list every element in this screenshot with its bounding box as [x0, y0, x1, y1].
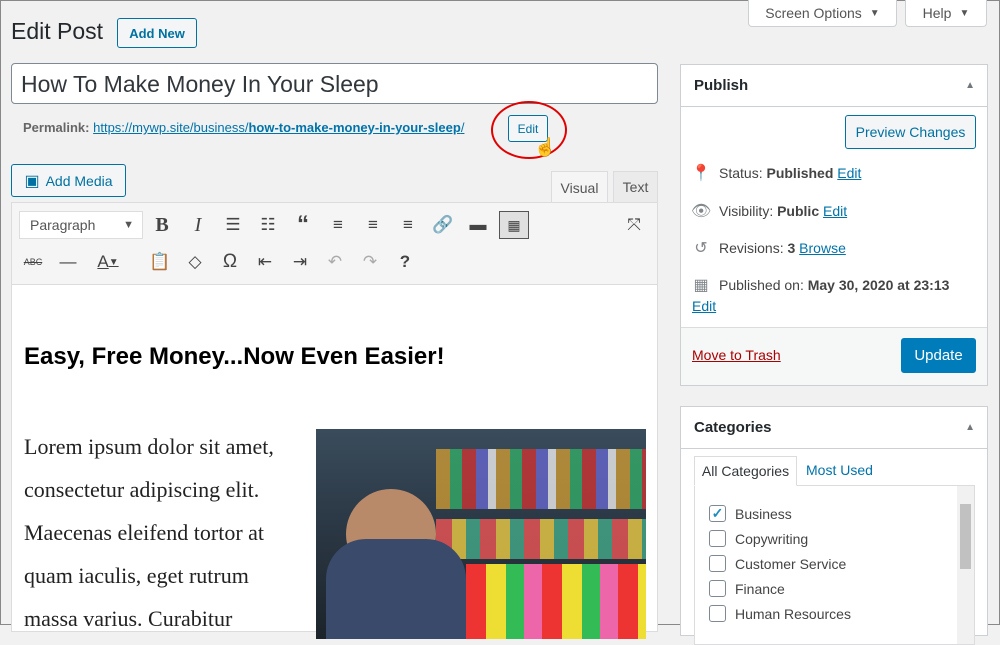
outdent-icon[interactable]: ⇤	[252, 249, 278, 275]
browse-revisions-link[interactable]: Browse	[799, 240, 846, 256]
bulleted-list-icon[interactable]: ☰	[220, 212, 246, 238]
publish-header[interactable]: Publish ▲	[681, 65, 987, 107]
toolbar-toggle-icon[interactable]: ▦	[499, 211, 529, 239]
permalink-label: Permalink:	[23, 120, 90, 135]
publish-box: Publish ▲ Preview Changes 📍 Status: Publis…	[680, 64, 988, 386]
help-label: Help	[922, 5, 952, 21]
format-select-value: Paragraph	[30, 217, 96, 233]
categories-box: Categories ▲ All Categories Most Used ✓ Bu…	[680, 406, 988, 645]
screen-options-button[interactable]: Screen Options ▼	[748, 0, 897, 27]
eye-icon: 👁	[691, 203, 712, 220]
format-select[interactable]: Paragraph ▼	[19, 211, 143, 239]
screen-options-label: Screen Options	[765, 5, 862, 21]
visibility-edit-link[interactable]: Edit	[823, 203, 847, 219]
permalink: Permalink: https://mywp.site/business/ho…	[23, 120, 464, 135]
categories-header[interactable]: Categories ▲	[681, 407, 987, 449]
post-image[interactable]	[316, 429, 646, 639]
help-icon[interactable]: ?	[392, 249, 418, 275]
editor: Paragraph ▼ B I ☰ ☷ “ ≡ ≡ ≡ 🔗 ▬ ▦ ⤧ ABC —…	[11, 202, 658, 639]
tab-most-used[interactable]: Most Used	[806, 462, 873, 478]
align-right-icon[interactable]: ≡	[395, 212, 421, 238]
pin-icon: 📍	[691, 165, 711, 182]
checkbox[interactable]	[709, 555, 726, 572]
move-to-trash-link[interactable]: Move to Trash	[692, 347, 781, 363]
update-button[interactable]: Update	[901, 338, 976, 373]
caret-down-icon: ▼	[959, 7, 970, 19]
add-media-label: Add Media	[45, 172, 113, 189]
permalink-link[interactable]: https://mywp.site/business/how-to-make-m…	[93, 120, 464, 135]
italic-icon[interactable]: I	[185, 212, 211, 238]
category-item[interactable]: Customer Service	[709, 551, 974, 576]
checkbox[interactable]	[709, 530, 726, 547]
publish-title: Publish	[694, 77, 749, 94]
add-new-button[interactable]: Add New	[117, 18, 197, 48]
publish-actions: Move to Trash Update	[681, 327, 987, 385]
tab-text[interactable]: Text	[613, 171, 658, 202]
caret-down-icon: ▼	[123, 219, 134, 231]
history-icon: ↺	[694, 240, 708, 257]
caret-down-icon: ▼	[869, 7, 880, 19]
paste-text-icon[interactable]: 📋	[147, 249, 173, 275]
indent-icon[interactable]: ⇥	[287, 249, 313, 275]
clear-formatting-icon[interactable]: ◇	[182, 249, 208, 275]
categories-title: Categories	[694, 419, 772, 436]
fullscreen-icon[interactable]: ⤧	[621, 212, 647, 238]
checkbox[interactable]	[709, 580, 726, 597]
text-color-icon[interactable]: A ▼	[90, 249, 126, 275]
scrollbar[interactable]	[957, 486, 974, 644]
hand-cursor-icon: ☝	[534, 137, 557, 157]
strikethrough-icon[interactable]: ABC	[20, 249, 46, 275]
post-title-input[interactable]: How To Make Money In Your Sleep	[11, 63, 658, 104]
align-left-icon[interactable]: ≡	[325, 212, 351, 238]
content-paragraph[interactable]: Lorem ipsum dolor sit amet, consectetur a…	[24, 425, 274, 640]
editor-toolbar: Paragraph ▼ B I ☰ ☷ “ ≡ ≡ ≡ 🔗 ▬ ▦ ⤧ ABC —…	[12, 203, 657, 285]
collapse-icon[interactable]: ▲	[965, 422, 975, 433]
category-item[interactable]: Copywriting	[709, 526, 974, 551]
link-icon[interactable]: 🔗	[430, 212, 456, 238]
published-on-row: ▦ Published on: May 30, 2020 at 23:13	[691, 275, 949, 295]
revisions-row: ↺ Revisions: 3 Browse	[691, 238, 846, 258]
help-button[interactable]: Help ▼	[905, 0, 987, 27]
status-row: 📍 Status: Published Edit	[691, 165, 862, 182]
preview-changes-button[interactable]: Preview Changes	[845, 115, 976, 149]
bold-icon[interactable]: B	[149, 212, 175, 238]
category-item[interactable]: ✓ Business	[709, 501, 974, 526]
visibility-row: 👁 Visibility: Public Edit	[691, 203, 848, 220]
page-title: Edit Post	[11, 18, 104, 44]
published-date-edit-link[interactable]: Edit	[692, 298, 716, 314]
category-item[interactable]: Human Resources	[709, 601, 974, 626]
status-edit-link[interactable]: Edit	[837, 165, 861, 181]
blockquote-icon[interactable]: “	[290, 211, 316, 238]
align-center-icon[interactable]: ≡	[360, 212, 386, 238]
media-icon: ▣	[24, 172, 40, 190]
special-character-icon[interactable]: Ω	[217, 249, 243, 275]
calendar-icon: ▦	[693, 277, 709, 294]
checkbox-checked[interactable]: ✓	[709, 505, 726, 522]
read-more-icon[interactable]: ▬	[465, 212, 491, 238]
category-list: ✓ Business Copywriting Customer Service F…	[694, 485, 975, 645]
collapse-icon[interactable]: ▲	[965, 80, 975, 91]
add-media-button[interactable]: ▣ Add Media	[11, 164, 126, 197]
horizontal-line-icon[interactable]: —	[55, 249, 81, 275]
redo-icon[interactable]: ↷	[357, 249, 383, 275]
tab-visual[interactable]: Visual	[551, 171, 608, 203]
content-heading: Easy, Free Money...Now Even Easier!	[24, 343, 445, 370]
numbered-list-icon[interactable]: ☷	[255, 212, 281, 238]
checkbox[interactable]	[709, 605, 726, 622]
tab-all-categories[interactable]: All Categories	[694, 456, 797, 486]
category-item[interactable]: Finance	[709, 576, 974, 601]
undo-icon[interactable]: ↶	[322, 249, 348, 275]
